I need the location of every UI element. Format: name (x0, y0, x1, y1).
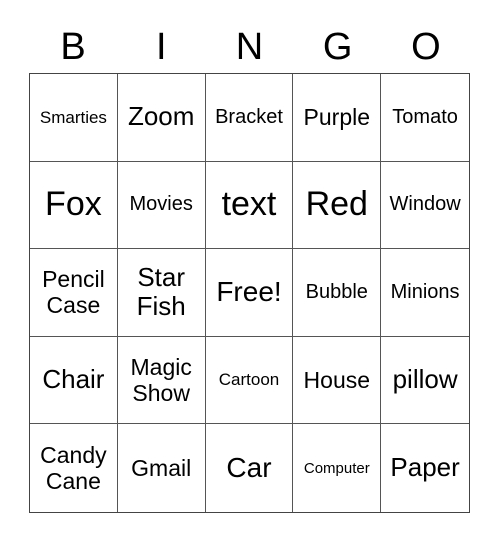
bingo-cell[interactable]: Cartoon (205, 336, 294, 425)
bingo-cell[interactable]: Tomato (381, 74, 469, 162)
bingo-cell[interactable]: Minions (381, 249, 469, 337)
bingo-cell[interactable]: Gmail (118, 424, 206, 512)
bingo-cell[interactable]: House (293, 336, 382, 425)
bingo-cell[interactable]: Magic Show (117, 336, 206, 425)
header-letter-g: G (322, 26, 353, 68)
bingo-cell[interactable]: Bracket (205, 74, 294, 162)
header-letter-b: B (60, 26, 86, 68)
header-letter-o: O (411, 26, 441, 68)
bingo-cell[interactable]: Movies (117, 161, 206, 250)
bingo-cell[interactable]: Red (293, 161, 382, 250)
bingo-cell[interactable]: Smarties (30, 74, 118, 162)
free-space-cell[interactable]: Free! (205, 249, 294, 337)
bingo-header: B I N G O (29, 22, 470, 72)
bingo-cell[interactable]: Window (381, 162, 469, 250)
bingo-cell[interactable]: Paper (381, 424, 469, 512)
bingo-cell[interactable]: pillow (381, 337, 469, 425)
bingo-cell[interactable]: Purple (293, 74, 382, 162)
header-letter-n: N (235, 26, 264, 68)
bingo-grid: Smarties Zoom Bracket Purple Tomato Fox … (29, 73, 470, 513)
bingo-cell[interactable]: Car (206, 424, 294, 512)
bingo-cell[interactable]: Star Fish (117, 249, 206, 337)
bingo-cell[interactable]: Zoom (117, 74, 206, 162)
bingo-cell[interactable]: Pencil Case (30, 249, 118, 337)
bingo-cell[interactable]: text (205, 161, 294, 250)
bingo-cell[interactable]: Fox (30, 161, 118, 250)
bingo-cell[interactable]: Candy Cane (30, 424, 118, 512)
header-letter-i: I (156, 26, 167, 68)
bingo-cell[interactable]: Bubble (293, 249, 382, 337)
bingo-cell[interactable]: Chair (30, 336, 118, 425)
bingo-cell[interactable]: Computer (293, 424, 382, 512)
